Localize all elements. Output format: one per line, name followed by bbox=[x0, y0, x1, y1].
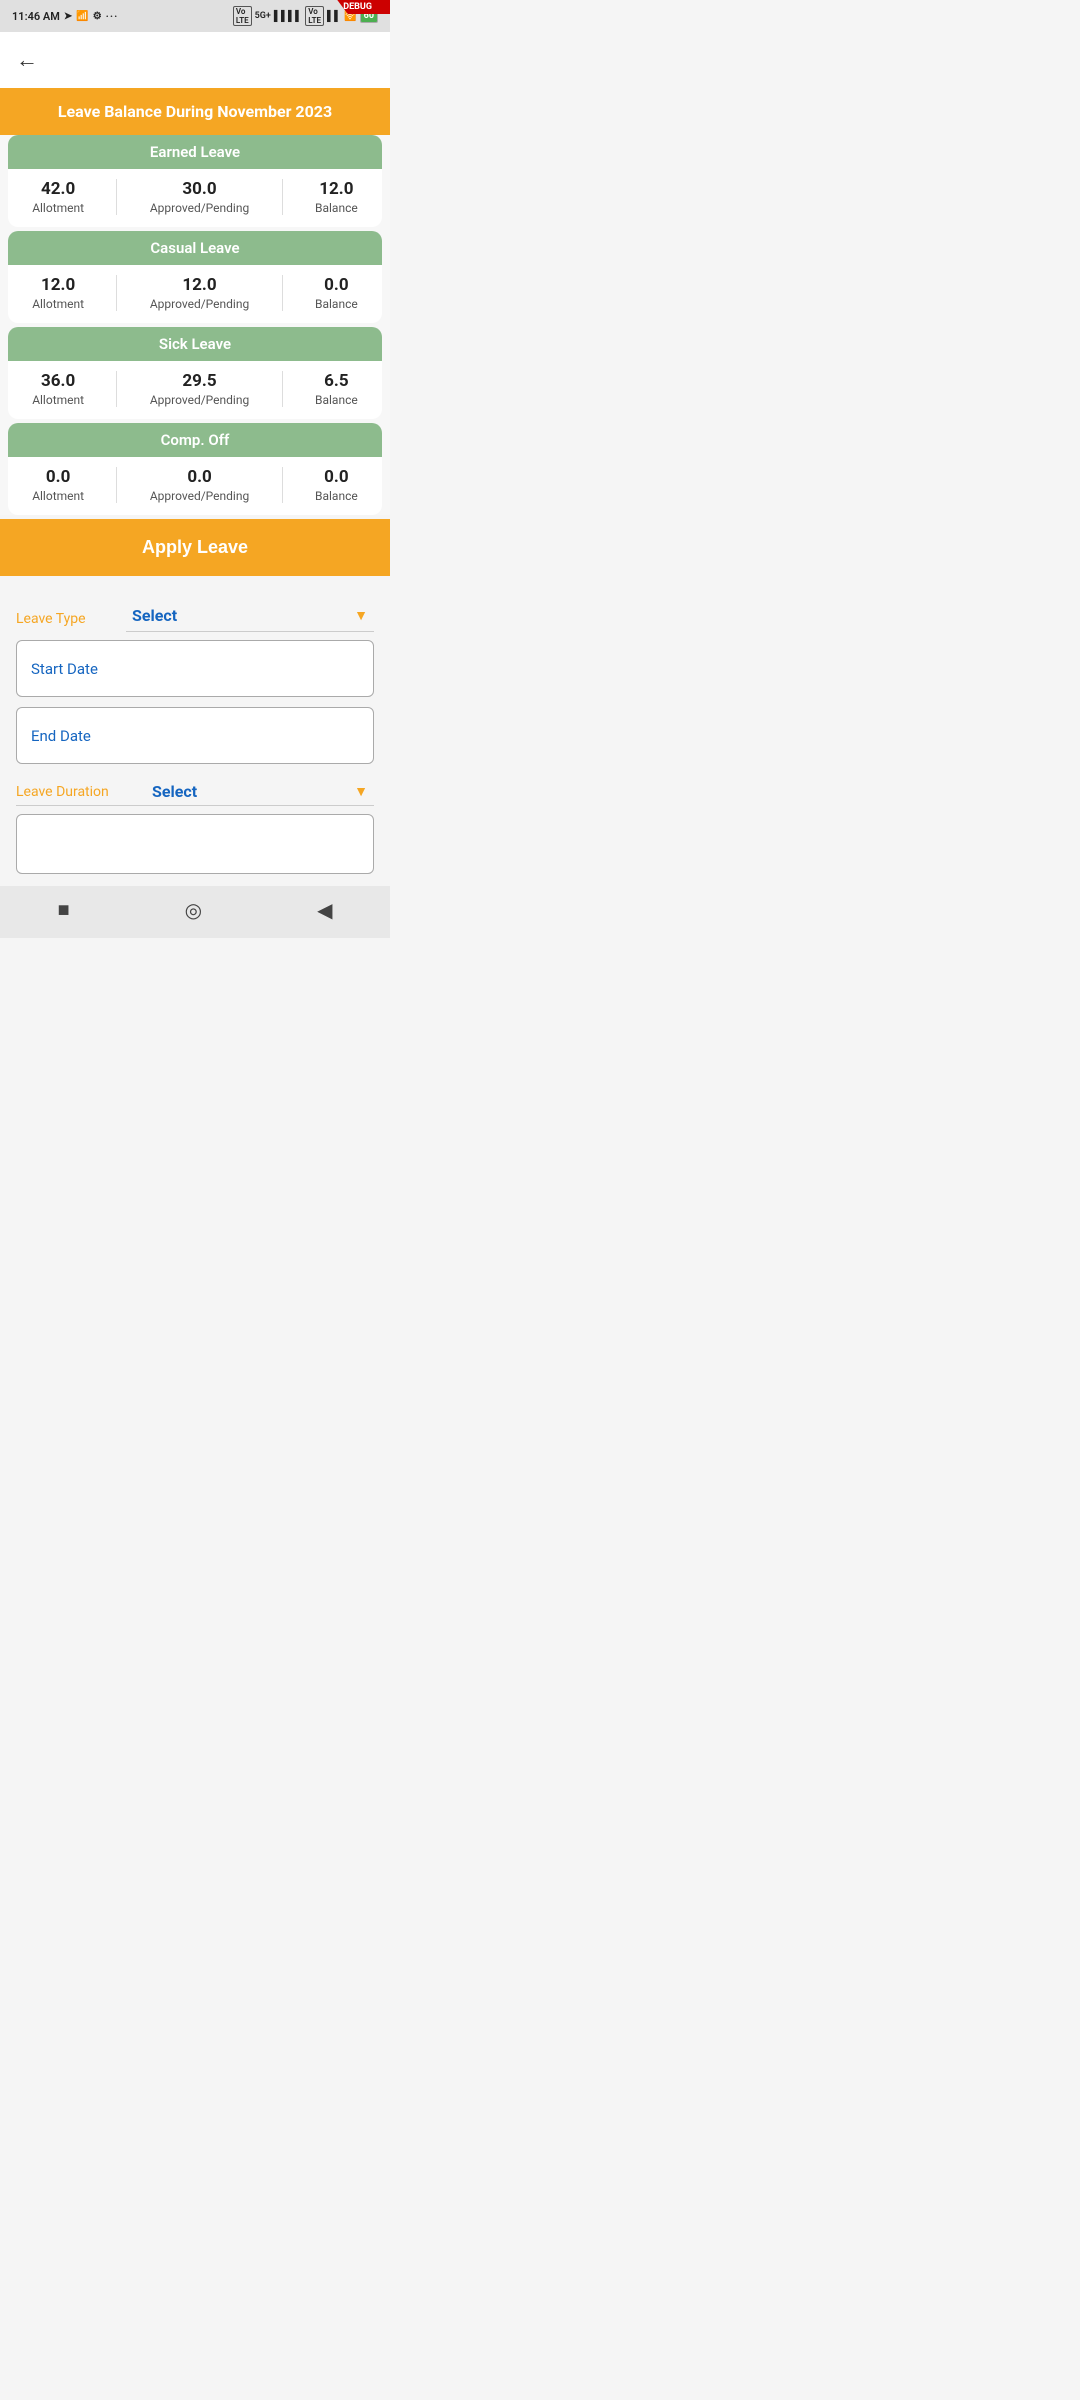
sick-leave-stats: 36.0 Allotment 29.5 Approved/Pending 6.5… bbox=[8, 361, 382, 419]
top-nav: ← bbox=[0, 32, 390, 88]
leave-cards-container: Earned Leave 42.0 Allotment 30.0 Approve… bbox=[0, 135, 390, 515]
leave-type-label: Leave Type bbox=[16, 611, 126, 627]
leave-duration-select-wrapper[interactable]: Select ▼ bbox=[146, 782, 374, 801]
leave-duration-row: Leave Duration Select ▼ bbox=[16, 774, 374, 806]
sick-balance: 6.5 Balance bbox=[315, 371, 358, 407]
network-5g: 5G+ bbox=[255, 11, 271, 21]
compoff-allotment: 0.0 Allotment bbox=[32, 467, 84, 503]
leave-form: Leave Type Select ▼ Start Date End Date … bbox=[0, 576, 390, 886]
settings-icon: ⚙ bbox=[93, 11, 102, 22]
casual-leave-header: Casual Leave bbox=[8, 231, 382, 265]
end-date-input[interactable]: End Date bbox=[16, 707, 374, 764]
signal-bars: ▌▌▌▌ bbox=[274, 11, 302, 22]
earned-allotment: 42.0 Allotment bbox=[32, 179, 84, 215]
casual-leave-stats: 12.0 Allotment 12.0 Approved/Pending 0.0… bbox=[8, 265, 382, 323]
network-vo-lte-2: VoLTE bbox=[305, 6, 324, 26]
back-button[interactable]: ← bbox=[16, 47, 38, 73]
sick-leave-card: Sick Leave 36.0 Allotment 29.5 Approved/… bbox=[8, 327, 382, 419]
balance-header-title: Leave Balance During November 2023 bbox=[58, 102, 332, 121]
comp-off-stats: 0.0 Allotment 0.0 Approved/Pending 0.0 B… bbox=[8, 457, 382, 515]
casual-leave-card: Casual Leave 12.0 Allotment 12.0 Approve… bbox=[8, 231, 382, 323]
remarks-input[interactable] bbox=[16, 814, 374, 874]
start-date-placeholder: Start Date bbox=[31, 660, 98, 678]
wifi-icon: 📶 bbox=[76, 11, 88, 22]
earned-leave-header: Earned Leave bbox=[8, 135, 382, 169]
leave-type-dropdown-icon: ▼ bbox=[354, 607, 368, 624]
leave-duration-label: Leave Duration bbox=[16, 784, 146, 800]
leave-duration-dropdown-icon: ▼ bbox=[354, 783, 368, 800]
earned-balance: 12.0 Balance bbox=[315, 179, 358, 215]
home-button[interactable]: ◎ bbox=[185, 898, 202, 923]
earned-approved: 30.0 Approved/Pending bbox=[150, 179, 249, 215]
leave-type-select-text: Select bbox=[132, 606, 177, 625]
balance-section-header: Leave Balance During November 2023 bbox=[0, 88, 390, 135]
network-vo-lte: VoLTE bbox=[233, 6, 252, 26]
end-date-placeholder: End Date bbox=[31, 727, 91, 745]
earned-leave-stats: 42.0 Allotment 30.0 Approved/Pending 12.… bbox=[8, 169, 382, 227]
sick-leave-header: Sick Leave bbox=[8, 327, 382, 361]
leave-type-select-wrapper[interactable]: Select ▼ bbox=[126, 606, 374, 632]
start-date-input[interactable]: Start Date bbox=[16, 640, 374, 697]
location-icon: ➤ bbox=[64, 11, 72, 22]
compoff-balance: 0.0 Balance bbox=[315, 467, 358, 503]
leave-duration-select-text: Select bbox=[152, 782, 197, 801]
casual-allotment: 12.0 Allotment bbox=[32, 275, 84, 311]
back-nav-button[interactable]: ◀ bbox=[317, 898, 332, 923]
comp-off-card: Comp. Off 0.0 Allotment 0.0 Approved/Pen… bbox=[8, 423, 382, 515]
leave-type-row: Leave Type Select ▼ bbox=[16, 596, 374, 636]
time-display: 11:46 AM bbox=[12, 10, 60, 23]
stop-button[interactable]: ■ bbox=[58, 899, 70, 922]
casual-balance: 0.0 Balance bbox=[315, 275, 358, 311]
sick-approved: 29.5 Approved/Pending bbox=[150, 371, 249, 407]
more-icon: ··· bbox=[106, 10, 119, 23]
compoff-approved: 0.0 Approved/Pending bbox=[150, 467, 249, 503]
casual-approved: 12.0 Approved/Pending bbox=[150, 275, 249, 311]
apply-leave-button[interactable]: Apply Leave bbox=[0, 519, 390, 576]
status-bar: 11:46 AM ➤ 📶 ⚙ ··· VoLTE 5G+ ▌▌▌▌ VoLTE … bbox=[0, 0, 390, 32]
sick-allotment: 36.0 Allotment bbox=[32, 371, 84, 407]
bottom-nav-bar: ■ ◎ ◀ bbox=[0, 886, 390, 938]
signal-bars-2: ▌▌ bbox=[327, 11, 341, 22]
earned-leave-card: Earned Leave 42.0 Allotment 30.0 Approve… bbox=[8, 135, 382, 227]
comp-off-header: Comp. Off bbox=[8, 423, 382, 457]
